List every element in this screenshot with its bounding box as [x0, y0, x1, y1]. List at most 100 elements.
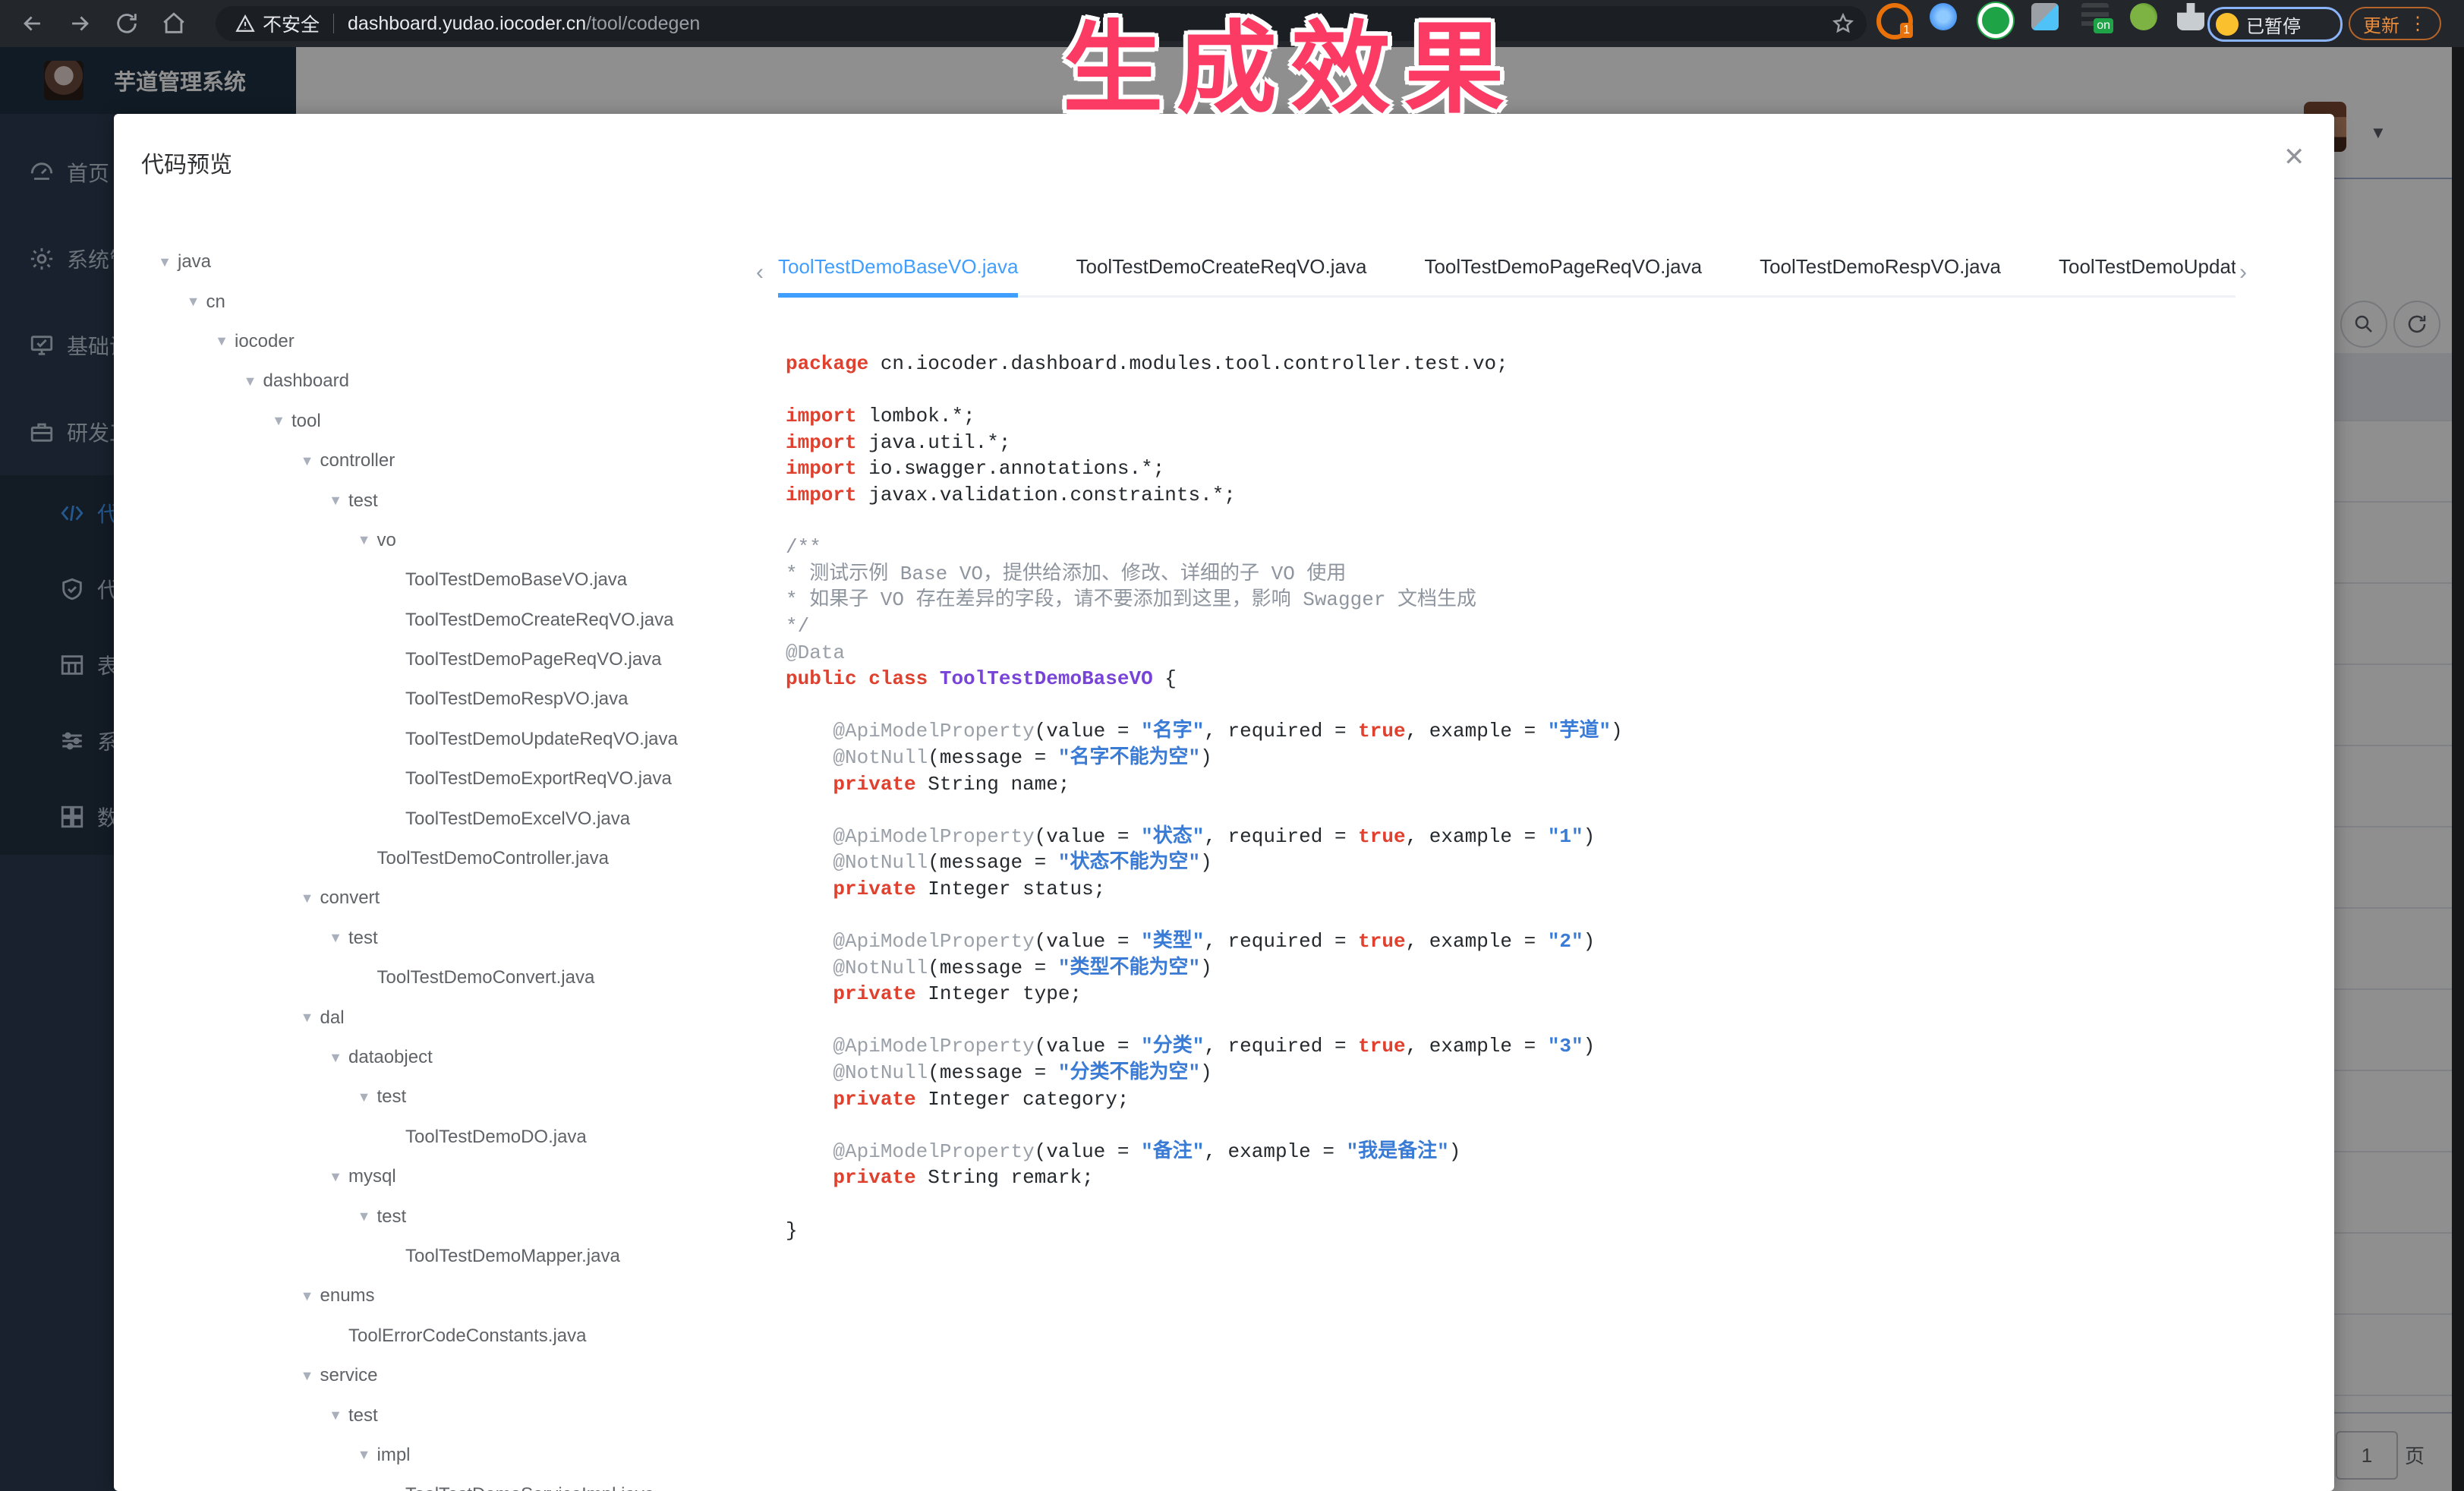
- code-line: /**: [786, 534, 2311, 561]
- code-line: [786, 509, 2311, 535]
- update-button[interactable]: 更新 ⋮: [2349, 7, 2441, 40]
- code-line: [786, 1007, 2311, 1034]
- caret-down-icon[interactable]: ▼: [295, 453, 320, 469]
- tree-file[interactable]: ToolTestDemoDO.java: [114, 1117, 759, 1157]
- code-line: @NotNull(message = "状态不能为空"): [786, 850, 2311, 876]
- code-line: @ApiModelProperty(value = "类型", required…: [786, 928, 2311, 955]
- caret-down-icon[interactable]: ▼: [295, 1288, 320, 1304]
- caret-down-icon[interactable]: ▼: [323, 1169, 348, 1185]
- tree-folder[interactable]: ▼vo: [114, 521, 759, 560]
- home-icon[interactable]: [161, 11, 187, 36]
- browser-menu-icon[interactable]: ⋮: [2409, 13, 2427, 35]
- tree-node-label: dal: [320, 1007, 345, 1029]
- tree-folder[interactable]: ▼test: [114, 481, 759, 520]
- tree-folder[interactable]: ▼mysql: [114, 1157, 759, 1196]
- code-line: @NotNull(message = "名字不能为空"): [786, 745, 2311, 771]
- tree-folder[interactable]: ▼cn: [114, 282, 759, 321]
- tree-folder[interactable]: ▼java: [114, 242, 759, 282]
- refresh-icon[interactable]: [114, 11, 140, 36]
- tabs-prev-icon[interactable]: ‹: [756, 260, 764, 285]
- tree-folder[interactable]: ▼test: [114, 1395, 759, 1435]
- dialog-title: 代码预览: [141, 146, 232, 179]
- back-icon[interactable]: [20, 11, 46, 36]
- tree-file[interactable]: ToolTestDemoServiceImpl.java: [114, 1475, 759, 1491]
- not-secure-icon: [235, 14, 255, 33]
- tree-folder[interactable]: ▼dataobject: [114, 1038, 759, 1077]
- caret-down-icon[interactable]: ▼: [295, 1010, 320, 1026]
- code-line: [786, 1191, 2311, 1218]
- tab-ToolTestDemoBaseVO.java[interactable]: ToolTestDemoBaseVO.java: [778, 243, 1018, 298]
- tab-ToolTestDemoCreateReqVO.java[interactable]: ToolTestDemoCreateReqVO.java: [1076, 243, 1366, 298]
- tab-ToolTestDemoRespVO.java[interactable]: ToolTestDemoRespVO.java: [1760, 243, 2001, 298]
- tree-file[interactable]: ToolErrorCodeConstants.java: [114, 1316, 759, 1356]
- caret-down-icon[interactable]: ▼: [351, 532, 377, 548]
- tree-node-label: ToolTestDemoUpdateReqVO.java: [405, 729, 678, 750]
- caret-down-icon[interactable]: ▼: [323, 930, 348, 946]
- tree-file[interactable]: ToolTestDemoController.java: [114, 839, 759, 878]
- profile-paused-pill[interactable]: 已暂停: [2207, 7, 2343, 42]
- update-label: 更新: [2363, 11, 2399, 37]
- caret-down-icon[interactable]: ▼: [323, 1407, 348, 1423]
- extension-icon-1[interactable]: 1: [1876, 3, 1913, 39]
- tree-node-label: convert: [320, 887, 380, 909]
- tree-folder[interactable]: ▼enums: [114, 1276, 759, 1316]
- tree-file[interactable]: ToolTestDemoUpdateReqVO.java: [114, 720, 759, 759]
- caret-down-icon[interactable]: ▼: [238, 374, 263, 389]
- extension-icon-4[interactable]: [2031, 3, 2059, 30]
- caret-down-icon[interactable]: ▼: [351, 1089, 377, 1105]
- extension-icon-6[interactable]: [2130, 3, 2157, 30]
- code-line: * 如果子 VO 存在差异的字段，请不要添加到这里，影响 Swagger 文档生…: [786, 587, 2311, 613]
- tree-folder[interactable]: ▼dal: [114, 998, 759, 1037]
- tab-ToolTestDemoUpdateReqVO.java[interactable]: ToolTestDemoUpdateReqVO.java: [2059, 243, 2236, 298]
- tree-file[interactable]: ToolTestDemoExcelVO.java: [114, 799, 759, 838]
- bookmark-star-icon[interactable]: [1832, 12, 1854, 35]
- tabs-next-icon[interactable]: ›: [2239, 260, 2247, 285]
- close-icon[interactable]: ✕: [2283, 144, 2305, 170]
- caret-down-icon[interactable]: ▼: [266, 413, 291, 429]
- code-line: */: [786, 613, 2311, 640]
- tree-file[interactable]: ToolTestDemoBaseVO.java: [114, 560, 759, 600]
- tree-folder[interactable]: ▼test: [114, 1077, 759, 1117]
- url-bar[interactable]: 不安全 dashboard.yudao.iocoder.cn /tool/cod…: [216, 6, 1867, 41]
- tree-folder[interactable]: ▼iocoder: [114, 322, 759, 361]
- tree-file[interactable]: ToolTestDemoRespVO.java: [114, 679, 759, 719]
- extension-icon-2[interactable]: [1930, 3, 1957, 30]
- tab-ToolTestDemoPageReqVO.java[interactable]: ToolTestDemoPageReqVO.java: [1424, 243, 1702, 298]
- tree-file[interactable]: ToolTestDemoPageReqVO.java: [114, 640, 759, 679]
- code-line: [786, 377, 2311, 404]
- file-tabs: ToolTestDemoBaseVO.java ToolTestDemoCreat…: [778, 243, 2236, 298]
- caret-down-icon[interactable]: ▼: [209, 333, 235, 349]
- code-line: [786, 902, 2311, 928]
- forward-icon[interactable]: [67, 11, 93, 36]
- caret-down-icon[interactable]: ▼: [351, 1209, 377, 1225]
- tree-folder[interactable]: ▼controller: [114, 441, 759, 481]
- tree-node-label: ToolTestDemoConvert.java: [377, 967, 595, 988]
- tree-folder[interactable]: ▼service: [114, 1356, 759, 1395]
- caret-down-icon[interactable]: ▼: [152, 254, 178, 270]
- extensions-puzzle-icon[interactable]: [2177, 3, 2204, 30]
- tree-folder[interactable]: ▼test: [114, 919, 759, 958]
- url-host: dashboard.yudao.iocoder.cn: [348, 13, 586, 35]
- caret-down-icon[interactable]: ▼: [323, 493, 348, 509]
- tree-node-label: enums: [320, 1285, 375, 1307]
- tree-folder[interactable]: ▼dashboard: [114, 361, 759, 401]
- tree-file[interactable]: ToolTestDemoMapper.java: [114, 1237, 759, 1276]
- caret-down-icon[interactable]: ▼: [351, 1447, 377, 1463]
- caret-down-icon[interactable]: ▼: [295, 1368, 320, 1384]
- tree-file[interactable]: ToolTestDemoConvert.java: [114, 958, 759, 998]
- tree-folder[interactable]: ▼tool: [114, 402, 759, 441]
- extension-icon-3[interactable]: [1978, 3, 2013, 38]
- caret-down-icon[interactable]: ▼: [295, 891, 320, 906]
- tree-file[interactable]: ToolTestDemoExportReqVO.java: [114, 759, 759, 799]
- tree-folder[interactable]: ▼convert: [114, 878, 759, 918]
- caret-down-icon[interactable]: ▼: [181, 294, 206, 310]
- tree-node-label: dashboard: [263, 370, 349, 392]
- code-line: public class ToolTestDemoBaseVO {: [786, 666, 2311, 692]
- code-line: private String remark;: [786, 1165, 2311, 1191]
- tree-folder[interactable]: ▼test: [114, 1196, 759, 1236]
- tree-file[interactable]: ToolTestDemoCreateReqVO.java: [114, 600, 759, 640]
- caret-down-icon[interactable]: ▼: [323, 1050, 348, 1066]
- code-preview-dialog: 代码预览 ✕ ▼java▼cn▼iocoder▼dashboard▼tool▼c…: [114, 114, 2334, 1491]
- tree-folder[interactable]: ▼impl: [114, 1436, 759, 1475]
- extension-icon-5[interactable]: on: [2081, 3, 2109, 30]
